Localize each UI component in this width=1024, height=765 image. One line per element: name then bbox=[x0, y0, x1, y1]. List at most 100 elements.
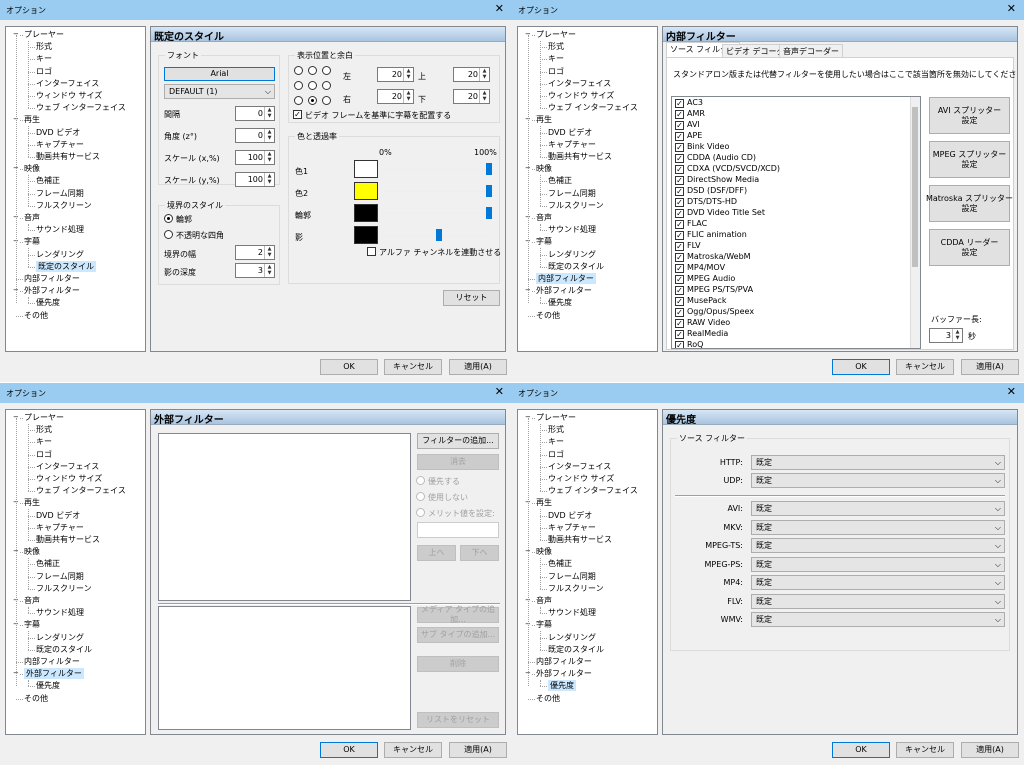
shadow-slider-thumb[interactable] bbox=[436, 229, 442, 241]
tree-item[interactable]: その他 bbox=[536, 310, 560, 321]
tree-item[interactable]: 音声 bbox=[24, 212, 40, 223]
tree-item[interactable]: 外部フィルター bbox=[536, 285, 592, 296]
shadow-color-swatch[interactable] bbox=[354, 226, 378, 244]
tree-item[interactable]: 内部フィルター bbox=[536, 656, 592, 667]
tree-item[interactable]: 既定のスタイル bbox=[36, 644, 92, 655]
tree-item[interactable]: キー bbox=[548, 53, 564, 64]
tree-item[interactable]: 色補正 bbox=[36, 175, 60, 186]
reset-list-button[interactable]: リストをリセット bbox=[417, 712, 499, 728]
tree-item[interactable]: 優先度 bbox=[36, 297, 60, 308]
tree-item[interactable]: ウェブ インターフェイス bbox=[548, 102, 638, 113]
color2-swatch[interactable] bbox=[354, 182, 378, 200]
cancel-button[interactable]: キャンセル bbox=[896, 359, 954, 375]
tree-item[interactable]: ウェブ インターフェイス bbox=[548, 485, 638, 496]
close-icon[interactable]: ✕ bbox=[1007, 385, 1016, 399]
filter-checkbox[interactable]: ✓ bbox=[675, 209, 684, 218]
filter-checkbox[interactable]: ✓ bbox=[675, 198, 684, 207]
filter-list-item[interactable]: ✓ AC3 bbox=[675, 98, 905, 109]
filter-list-item[interactable]: ✓ MusePack bbox=[675, 296, 905, 307]
tree-item[interactable]: インターフェイス bbox=[548, 461, 611, 472]
tree-item[interactable]: フレーム同期 bbox=[36, 571, 84, 582]
tree-item[interactable]: 動画共有サービス bbox=[36, 534, 100, 545]
shadow-depth-spinner[interactable]: 3 ▲ ▼ bbox=[235, 263, 275, 278]
filter-list-item[interactable]: ✓ Bink Video bbox=[675, 142, 905, 153]
tree-item[interactable]: 外部フィルター bbox=[24, 285, 80, 296]
move-down-button[interactable]: 下へ bbox=[460, 545, 499, 561]
add-filter-button[interactable]: フィルターの追加... bbox=[417, 433, 499, 449]
tree-item[interactable]: キャプチャー bbox=[548, 522, 596, 533]
spin-arrows-icon[interactable]: ▲ ▼ bbox=[264, 107, 274, 120]
spin-arrows-icon[interactable]: ▲ ▼ bbox=[952, 329, 962, 342]
apply-button[interactable]: 適用(A) bbox=[961, 742, 1019, 758]
filter-list-item[interactable]: ✓ RealMedia bbox=[675, 329, 905, 340]
tree-item[interactable]: プレーヤー bbox=[24, 29, 64, 40]
ok-button[interactable]: OK bbox=[832, 742, 890, 758]
tree-item[interactable]: 既定のスタイル bbox=[36, 260, 96, 272]
tree-item[interactable]: フルスクリーン bbox=[36, 200, 92, 211]
tree-item[interactable]: 再生 bbox=[536, 114, 552, 125]
tree-item[interactable]: 字幕 bbox=[536, 236, 552, 247]
tree-item[interactable]: レンダリング bbox=[36, 249, 84, 260]
priority-select[interactable]: 既定 ⌵ bbox=[751, 519, 1005, 535]
priority-select[interactable]: 既定 ⌵ bbox=[751, 575, 1005, 590]
remove-button[interactable]: 消去 bbox=[417, 454, 499, 470]
apply-button[interactable]: 適用(A) bbox=[961, 359, 1019, 375]
link-alpha-checkbox[interactable] bbox=[367, 247, 376, 256]
tree-item[interactable]: 音声 bbox=[536, 595, 552, 606]
margin-bottom-spinner[interactable]: 20 ▲ ▼ bbox=[453, 89, 490, 104]
tree-item[interactable]: レンダリング bbox=[548, 249, 596, 260]
cancel-button[interactable]: キャンセル bbox=[896, 742, 954, 758]
priority-select[interactable]: 既定 ⌵ bbox=[751, 473, 1005, 488]
tree-item[interactable]: インターフェイス bbox=[548, 78, 611, 89]
outline-slider-thumb[interactable] bbox=[486, 207, 492, 219]
tree-item[interactable]: その他 bbox=[24, 693, 48, 704]
pos-radio-5[interactable] bbox=[308, 81, 317, 90]
tree-item[interactable]: フレーム同期 bbox=[548, 188, 596, 199]
tree-item[interactable]: キー bbox=[36, 436, 52, 447]
tree-item[interactable]: 音声 bbox=[24, 595, 40, 606]
tree-item[interactable]: 映像 bbox=[536, 163, 552, 174]
filter-list-item[interactable]: ✓ FLV bbox=[675, 241, 905, 252]
border-width-spinner[interactable]: 2 ▲ ▼ bbox=[235, 245, 275, 260]
filter-checkbox[interactable]: ✓ bbox=[675, 220, 684, 229]
tree-item[interactable]: インターフェイス bbox=[36, 461, 99, 472]
priority-select[interactable]: 既定 ⌵ bbox=[751, 612, 1005, 627]
spin-arrows-icon[interactable]: ▲ ▼ bbox=[264, 151, 274, 164]
delete-button[interactable]: 削除 bbox=[417, 656, 499, 672]
tree-item[interactable]: その他 bbox=[536, 693, 560, 704]
apply-button[interactable]: 適用(A) bbox=[449, 359, 507, 375]
filter-checkbox[interactable]: ✓ bbox=[675, 176, 684, 185]
margin-top-spinner[interactable]: 20 ▲ ▼ bbox=[453, 67, 490, 82]
ok-button[interactable]: OK bbox=[320, 359, 378, 375]
pos-radio-2[interactable] bbox=[308, 96, 317, 105]
filter-checkbox[interactable]: ✓ bbox=[675, 264, 684, 273]
spin-arrows-icon[interactable]: ▲ ▼ bbox=[264, 173, 274, 186]
angle-spinner[interactable]: 0 ▲ ▼ bbox=[235, 128, 275, 143]
pos-radio-9[interactable] bbox=[322, 66, 331, 75]
tree-item[interactable]: 色補正 bbox=[548, 558, 572, 569]
tree-item[interactable]: 形式 bbox=[548, 424, 564, 435]
font-button[interactable]: Arial bbox=[164, 67, 275, 81]
filter-list-item[interactable]: ✓ MPEG Audio bbox=[675, 274, 905, 285]
external-filter-list[interactable] bbox=[158, 433, 411, 601]
tree-item[interactable]: フレーム同期 bbox=[548, 571, 596, 582]
tree-item[interactable]: キー bbox=[548, 436, 564, 447]
filter-checkbox[interactable]: ✓ bbox=[675, 319, 684, 328]
tree-item[interactable]: 映像 bbox=[536, 546, 552, 557]
tree-item[interactable]: DVD ビデオ bbox=[548, 510, 592, 521]
tree-item[interactable]: ウェブ インターフェイス bbox=[36, 485, 126, 496]
tree-item[interactable]: 字幕 bbox=[536, 619, 552, 630]
tree-item[interactable]: DVD ビデオ bbox=[548, 127, 592, 138]
video-frame-checkbox[interactable]: ✓ bbox=[293, 110, 302, 119]
tree-item[interactable]: レンダリング bbox=[548, 632, 596, 643]
tree-item[interactable]: サウンド処理 bbox=[36, 607, 84, 618]
ok-button[interactable]: OK bbox=[320, 742, 378, 758]
tree-item[interactable]: 動画共有サービス bbox=[548, 151, 612, 162]
tab-audio-decoders[interactable]: 音声デコーダー bbox=[779, 44, 843, 57]
filter-checkbox[interactable]: ✓ bbox=[675, 242, 684, 251]
tree-item[interactable]: フルスクリーン bbox=[548, 200, 604, 211]
margin-right-spinner[interactable]: 20 ▲ ▼ bbox=[377, 89, 414, 104]
tree-item[interactable]: ウィンドウ サイズ bbox=[36, 473, 102, 484]
tree-item[interactable]: ウェブ インターフェイス bbox=[36, 102, 126, 113]
scale-y-spinner[interactable]: 100 ▲ ▼ bbox=[235, 172, 275, 187]
